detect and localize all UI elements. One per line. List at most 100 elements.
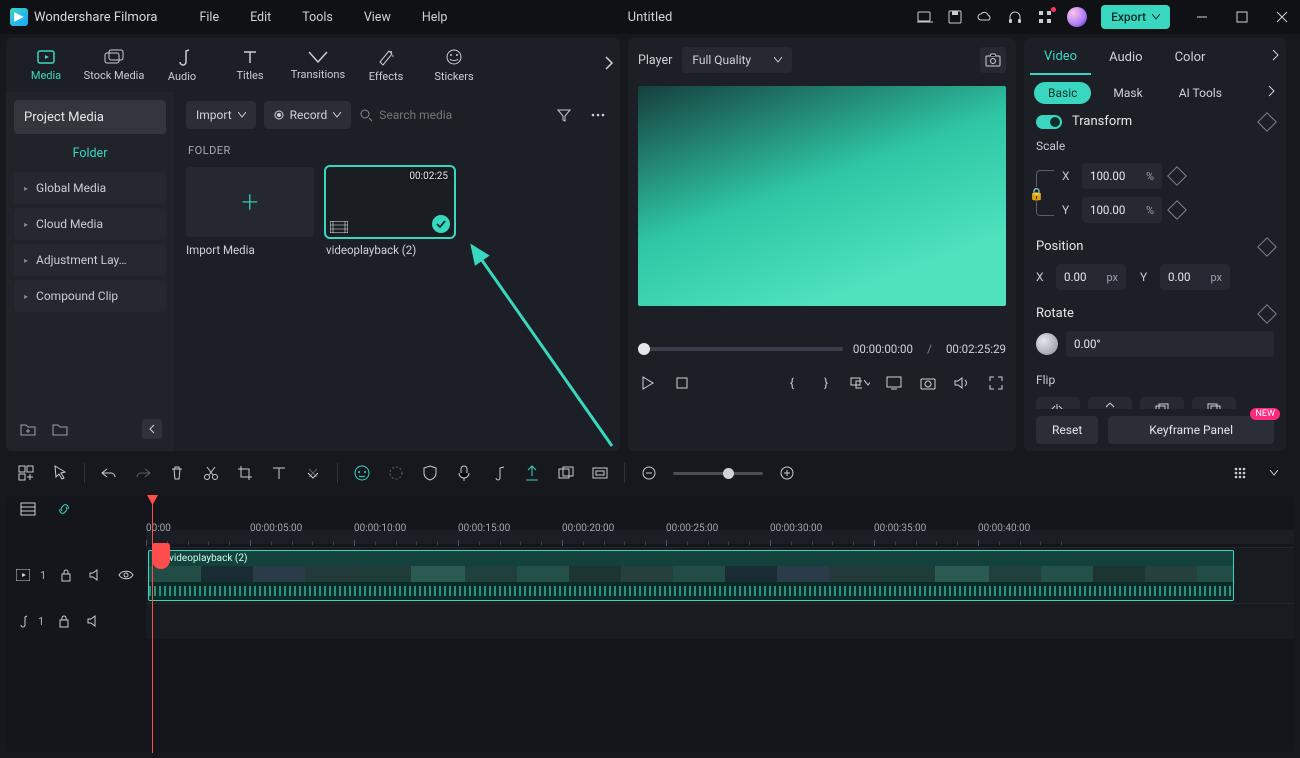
snapshot-icon[interactable] (980, 47, 1006, 73)
stop-icon[interactable] (672, 373, 692, 393)
ai-face-icon[interactable] (352, 463, 372, 483)
device-icon[interactable] (917, 9, 933, 25)
pointer-icon[interactable] (50, 463, 70, 483)
user-avatar[interactable] (1067, 7, 1087, 27)
volume-icon[interactable] (952, 373, 972, 393)
timeline-ruler[interactable]: 00:0000:00:05:0000:00:10:0000:00:15:0000… (146, 523, 1294, 547)
text-icon[interactable] (269, 463, 289, 483)
module-media[interactable]: Media (14, 43, 78, 88)
track-layout-icon[interactable] (18, 499, 38, 519)
mark-in-icon[interactable]: { (782, 373, 802, 393)
more-icon[interactable] (588, 105, 608, 125)
scrubber-handle[interactable] (638, 343, 650, 355)
media-clip-tile[interactable]: 00:02:25 videoplayback (2) (326, 167, 454, 257)
quality-select[interactable]: Full Quality (682, 47, 792, 73)
module-stickers[interactable]: Stickers (422, 42, 486, 89)
camera-icon[interactable] (918, 373, 938, 393)
audio-track-body[interactable] (146, 603, 1294, 639)
sidebar-item-adjustment-layer[interactable]: Adjustment Lay… (14, 244, 166, 276)
module-transitions[interactable]: Transitions (286, 44, 350, 87)
window-maximize[interactable] (1234, 9, 1250, 25)
module-titles[interactable]: Titles (218, 43, 282, 88)
mark-out-icon[interactable]: } (816, 373, 836, 393)
subtab-aitools[interactable]: AI Tools (1165, 82, 1236, 104)
more-tools-icon[interactable] (303, 463, 323, 483)
project-media-heading[interactable]: Project Media (14, 100, 166, 134)
menu-tools[interactable]: Tools (288, 10, 347, 25)
window-minimize[interactable] (1194, 9, 1210, 25)
timeline-clip[interactable]: videoplayback (2) (148, 550, 1234, 601)
flip-vertical-button[interactable] (1088, 397, 1132, 409)
grid-view-icon[interactable] (1230, 463, 1250, 483)
save-icon[interactable] (947, 9, 963, 25)
zoom-handle[interactable] (723, 468, 734, 479)
link-icon[interactable] (54, 499, 74, 519)
new-folder-icon[interactable] (18, 419, 38, 439)
module-audio[interactable]: Audio (150, 42, 214, 89)
scale-y-input[interactable]: 100.00% (1082, 197, 1162, 223)
folder-link[interactable]: Folder (14, 138, 166, 168)
music-icon[interactable] (488, 463, 508, 483)
rotate-keyframe-icon[interactable] (1257, 304, 1277, 324)
export-button[interactable]: Export (1101, 5, 1170, 29)
zoom-in-icon[interactable] (777, 463, 797, 483)
video-track-body[interactable]: videoplayback (2) (146, 547, 1294, 603)
sidebar-item-compound-clip[interactable]: Compound Clip (14, 280, 166, 312)
undo-icon[interactable] (99, 463, 119, 483)
sidebar-item-global-media[interactable]: Global Media (14, 172, 166, 204)
playhead[interactable] (152, 495, 153, 753)
tab-audio[interactable]: Audio (1095, 41, 1156, 74)
flip-copy2-button[interactable] (1192, 397, 1236, 409)
zoom-slider[interactable] (673, 472, 763, 475)
keyframe-panel-button[interactable]: Keyframe PanelNEW (1108, 416, 1274, 444)
color-icon[interactable] (386, 463, 406, 483)
tab-color[interactable]: Color (1161, 41, 1220, 74)
settings-icon[interactable] (1264, 463, 1284, 483)
lock-track-icon[interactable] (56, 565, 76, 585)
copy-icon[interactable] (556, 463, 576, 483)
subtabs-more-icon[interactable] (1268, 85, 1276, 97)
menu-help[interactable]: Help (408, 10, 462, 25)
filter-icon[interactable] (554, 105, 574, 125)
redo-icon[interactable] (133, 463, 153, 483)
pos-y-input[interactable]: 0.00px (1160, 264, 1230, 290)
scale-link-icon[interactable]: 🔒 (1036, 170, 1054, 216)
reset-button[interactable]: Reset (1036, 416, 1098, 444)
overlay-icon[interactable] (850, 373, 870, 393)
menu-view[interactable]: View (350, 10, 405, 25)
scale-x-keyframe[interactable] (1167, 166, 1187, 186)
mute-track-icon[interactable] (86, 565, 106, 585)
record-dropdown[interactable]: Record (264, 101, 352, 129)
marker-tool-icon[interactable] (522, 463, 542, 483)
tabs-more-icon[interactable] (1272, 49, 1280, 61)
flip-copy1-button[interactable] (1140, 397, 1184, 409)
delete-icon[interactable] (167, 463, 187, 483)
flip-horizontal-button[interactable] (1036, 397, 1080, 409)
import-media-tile[interactable]: + Import Media (186, 167, 314, 257)
search-media-input[interactable] (379, 108, 489, 122)
module-effects[interactable]: Effects (354, 42, 418, 89)
transform-keyframe-icon[interactable] (1257, 112, 1277, 132)
folder-icon[interactable] (50, 419, 70, 439)
split-icon[interactable] (201, 463, 221, 483)
modules-scroll-right-icon[interactable] (604, 56, 614, 70)
menu-edit[interactable]: Edit (236, 10, 285, 25)
timeline-marker[interactable] (152, 543, 170, 569)
subtab-basic[interactable]: Basic (1034, 82, 1091, 104)
scale-y-keyframe[interactable] (1167, 200, 1187, 220)
headphones-icon[interactable] (1007, 9, 1023, 25)
cloud-icon[interactable] (977, 9, 993, 25)
apps-icon[interactable] (1037, 9, 1053, 25)
preview-canvas[interactable] (638, 86, 1006, 306)
tab-video[interactable]: Video (1030, 40, 1091, 75)
shield-icon[interactable] (420, 463, 440, 483)
module-stock-media[interactable]: Stock Media (82, 43, 146, 88)
display-icon[interactable] (884, 373, 904, 393)
zoom-out-icon[interactable] (639, 463, 659, 483)
pos-x-input[interactable]: 0.00px (1056, 264, 1126, 290)
lock-audio-icon[interactable] (54, 611, 74, 631)
fullscreen-icon[interactable] (986, 373, 1006, 393)
import-dropdown[interactable]: Import (186, 101, 256, 129)
rotate-dial[interactable] (1036, 333, 1058, 355)
layout-icon[interactable] (16, 463, 36, 483)
